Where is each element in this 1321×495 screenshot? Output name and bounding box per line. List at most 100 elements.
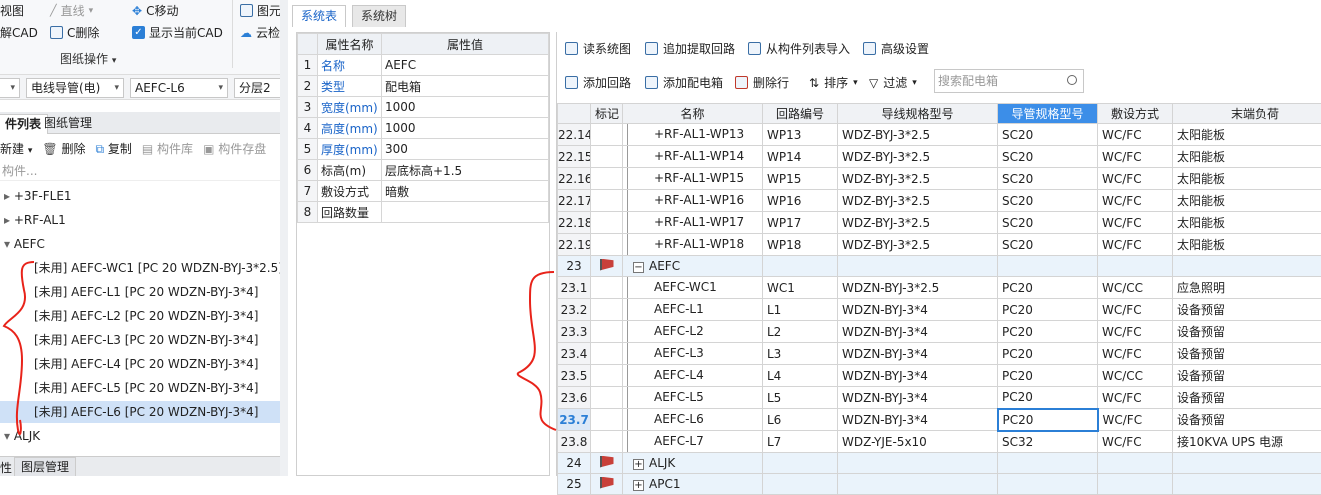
mark-cell[interactable] [591,453,623,474]
laying-cell[interactable]: WC/FC [1098,168,1173,190]
wire-cell[interactable]: WDZN-BYJ-3*4 [838,321,998,343]
column-header[interactable]: 名称 [623,104,763,124]
component-lib-button[interactable]: ▤ 构件库 [142,140,193,157]
property-row[interactable]: 6标高(m)层底标高+1.5 [298,160,549,181]
add-box-button[interactable]: 添加配电箱 [645,74,723,91]
pipe-cell[interactable] [998,453,1098,474]
load-cell[interactable]: 太阳能板 [1173,212,1321,234]
delete-row-button[interactable]: 删除行 [735,74,789,91]
loop-cell[interactable]: WP18 [763,234,838,256]
add-loop-button[interactable]: 添加回路 [565,74,631,91]
wire-cell[interactable]: WDZ-YJE-5x10 [838,431,998,453]
table-row[interactable]: 23.2AEFC-L1L1WDZN-BYJ-3*4PC20WC/FC设备预留 [558,299,1321,321]
name-cell[interactable]: −AEFC [623,256,763,277]
load-cell[interactable]: 设备预留 [1173,343,1321,365]
laying-cell[interactable]: WC/CC [1098,365,1173,387]
floor-select[interactable]: ▾ [0,78,20,98]
load-cell[interactable]: 接10KVA UPS 电源 [1173,431,1321,453]
tree-item[interactable]: [未用] AEFC-L3 [PC 20 WDZN-BYJ-3*4] [0,329,280,351]
tree-item[interactable]: [未用] AEFC-L4 [PC 20 WDZN-BYJ-3*4] [0,353,280,375]
load-cell[interactable]: 设备预留 [1173,321,1321,343]
layer-select[interactable]: 分层2 [234,78,284,98]
property-value[interactable]: 1000 [382,118,549,139]
property-value[interactable]: 300 [382,139,549,160]
property-row[interactable]: 2类型配电箱 [298,76,549,97]
column-header[interactable]: 敷设方式 [1098,104,1173,124]
search-box-input[interactable]: 搜索配电箱 [934,69,1084,93]
tree-item[interactable]: ▸ +RF-AL1 [0,209,280,231]
load-cell[interactable]: 太阳能板 [1173,190,1321,212]
column-header[interactable] [558,104,591,124]
group-row[interactable]: 24+ALJK [558,453,1321,474]
pipe-cell[interactable]: PC20 [998,277,1098,299]
laying-cell[interactable] [1098,474,1173,495]
load-cell[interactable]: 设备预留 [1173,387,1321,409]
loop-cell[interactable] [763,474,838,495]
filter-button[interactable]: ▽过滤▾ [869,74,917,91]
straight-button[interactable]: ╱直线▾ [50,2,93,19]
tab-drawing-management[interactable]: 图纸管理 [38,114,98,134]
pipe-cell[interactable]: SC32 [998,431,1098,453]
mark-cell[interactable] [591,146,623,168]
column-header[interactable]: 标记 [591,104,623,124]
table-row[interactable]: 23.3AEFC-L2L2WDZN-BYJ-3*4PC20WC/FC设备预留 [558,321,1321,343]
advanced-settings-button[interactable]: 高级设置 [863,40,929,57]
property-value[interactable] [382,202,549,223]
wire-cell[interactable]: WDZ-BYJ-3*2.5 [838,212,998,234]
wire-cell[interactable]: WDZ-BYJ-3*2.5 [838,146,998,168]
wire-cell[interactable]: WDZ-BYJ-3*2.5 [838,190,998,212]
loop-cell[interactable]: WP15 [763,168,838,190]
expand-icon[interactable]: + [633,480,644,491]
table-row[interactable]: 22.17+RF-AL1-WP16WP16WDZ-BYJ-3*2.5SC20WC… [558,190,1321,212]
column-header[interactable]: 末端负荷 [1173,104,1321,124]
name-cell[interactable]: AEFC-L7 [623,431,763,453]
cloud-check-button[interactable]: ☁云检 [240,24,280,41]
load-cell[interactable]: 太阳能板 [1173,146,1321,168]
loop-cell[interactable]: L6 [763,409,838,431]
load-cell[interactable]: 太阳能板 [1173,234,1321,256]
c-move-button[interactable]: ✥C移动 [132,2,178,19]
mark-cell[interactable] [591,124,623,146]
wire-cell[interactable] [838,453,998,474]
wire-cell[interactable]: WDZ-BYJ-3*2.5 [838,124,998,146]
laying-cell[interactable] [1098,256,1173,277]
chevron-right-icon[interactable]: ▸ [4,213,14,227]
name-cell[interactable]: +RF-AL1-WP17 [623,212,763,234]
mark-cell[interactable] [591,321,623,343]
wire-cell[interactable]: WDZN-BYJ-3*4 [838,409,998,431]
loop-cell[interactable]: L3 [763,343,838,365]
name-cell[interactable]: AEFC-L4 [623,365,763,387]
chevron-right-icon[interactable]: ▸ [4,189,14,203]
pipe-cell[interactable]: PC20 [998,343,1098,365]
table-row[interactable]: 22.18+RF-AL1-WP17WP17WDZ-BYJ-3*2.5SC20WC… [558,212,1321,234]
mark-cell[interactable] [591,234,623,256]
category-select[interactable]: 电线导管(电)▾ [26,78,124,98]
tree-item[interactable]: [未用] AEFC-L5 [PC 20 WDZN-BYJ-3*4] [0,377,280,399]
tree-item[interactable]: ▾ ALJK [0,425,280,447]
tree-item[interactable]: [未用] AEFC-L1 [PC 20 WDZN-BYJ-3*4] [0,281,280,303]
wire-cell[interactable]: WDZN-BYJ-3*4 [838,343,998,365]
load-cell[interactable]: 太阳能板 [1173,124,1321,146]
tab-system-table[interactable]: 系统表 [292,5,346,27]
mark-cell[interactable] [591,256,623,277]
copy-button[interactable]: ⧉ 复制 [95,140,131,157]
pipe-cell[interactable]: PC20 [998,321,1098,343]
wire-cell[interactable]: WDZN-BYJ-3*4 [838,299,998,321]
pipe-cell[interactable] [998,256,1098,277]
mark-cell[interactable] [591,168,623,190]
pipe-cell[interactable]: SC20 [998,168,1098,190]
wire-cell[interactable]: WDZ-BYJ-3*2.5 [838,168,998,190]
property-row[interactable]: 7敷设方式暗敷 [298,181,549,202]
name-cell[interactable]: AEFC-L6 [623,409,763,431]
property-row[interactable]: 5厚度(mm)300 [298,139,549,160]
view-button[interactable]: 视图 [0,2,24,19]
chevron-down-icon[interactable]: ▾ [4,237,14,251]
tree-item[interactable]: ▸ +3F-FLE1 [0,185,280,207]
component-select[interactable]: AEFC-L6▾ [130,78,228,98]
mark-cell[interactable] [591,474,623,495]
group-row[interactable]: 23−AEFC [558,256,1321,277]
property-value[interactable]: AEFC [382,55,549,76]
tab-layer-management[interactable]: 图层管理 [14,457,76,476]
laying-cell[interactable]: WC/FC [1098,431,1173,453]
tree-item[interactable]: [未用] AEFC-WC1 [PC 20 WDZN-BYJ-3*2.5] [0,257,280,279]
